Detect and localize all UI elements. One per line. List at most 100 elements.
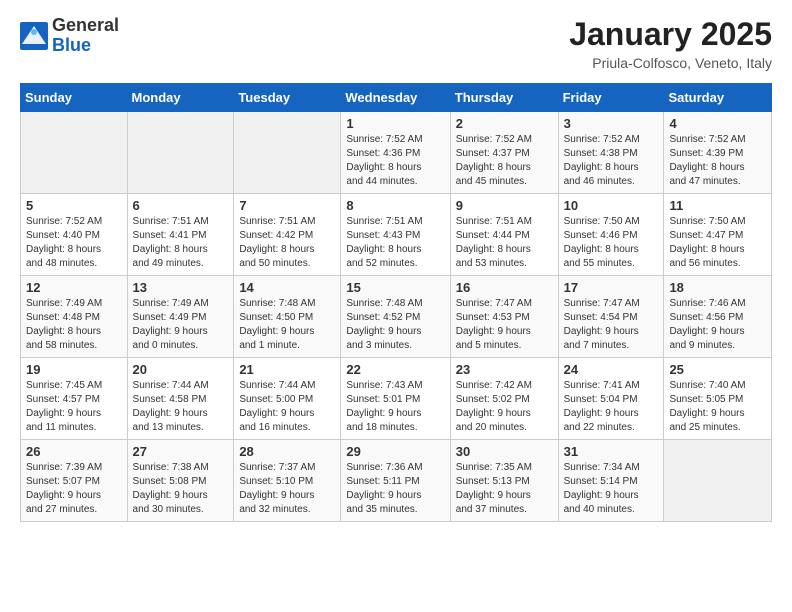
- calendar-cell: 5 Sunrise: 7:52 AM Sunset: 4:40 PM Daylig…: [21, 194, 128, 276]
- day-number: 5: [26, 198, 122, 213]
- day-info: Sunrise: 7:49 AM Sunset: 4:48 PM Dayligh…: [26, 298, 102, 351]
- day-number: 12: [26, 280, 122, 295]
- calendar-cell: [127, 112, 234, 194]
- logo-blue-text: Blue: [52, 36, 119, 56]
- day-info: Sunrise: 7:35 AM Sunset: 5:13 PM Dayligh…: [456, 462, 532, 515]
- calendar-cell: 23 Sunrise: 7:42 AM Sunset: 5:02 PM Dayli…: [450, 358, 558, 440]
- calendar-cell: 25 Sunrise: 7:40 AM Sunset: 5:05 PM Dayli…: [664, 358, 772, 440]
- day-number: 3: [564, 116, 659, 131]
- calendar-week-3: 12 Sunrise: 7:49 AM Sunset: 4:48 PM Dayli…: [21, 276, 772, 358]
- day-info: Sunrise: 7:51 AM Sunset: 4:41 PM Dayligh…: [133, 216, 209, 269]
- day-number: 4: [669, 116, 766, 131]
- weekday-header-row: SundayMondayTuesdayWednesdayThursdayFrid…: [21, 84, 772, 112]
- day-number: 6: [133, 198, 229, 213]
- day-info: Sunrise: 7:47 AM Sunset: 4:53 PM Dayligh…: [456, 298, 532, 351]
- calendar-cell: 15 Sunrise: 7:48 AM Sunset: 4:52 PM Dayli…: [341, 276, 450, 358]
- weekday-header-sunday: Sunday: [21, 84, 128, 112]
- logo-icon: [20, 22, 48, 50]
- day-info: Sunrise: 7:52 AM Sunset: 4:36 PM Dayligh…: [346, 134, 422, 187]
- day-number: 23: [456, 362, 553, 377]
- calendar-cell: 19 Sunrise: 7:45 AM Sunset: 4:57 PM Dayli…: [21, 358, 128, 440]
- day-number: 9: [456, 198, 553, 213]
- calendar-cell: 30 Sunrise: 7:35 AM Sunset: 5:13 PM Dayli…: [450, 440, 558, 522]
- calendar-week-5: 26 Sunrise: 7:39 AM Sunset: 5:07 PM Dayli…: [21, 440, 772, 522]
- day-info: Sunrise: 7:51 AM Sunset: 4:42 PM Dayligh…: [239, 216, 315, 269]
- calendar-cell: 12 Sunrise: 7:49 AM Sunset: 4:48 PM Dayli…: [21, 276, 128, 358]
- day-info: Sunrise: 7:45 AM Sunset: 4:57 PM Dayligh…: [26, 380, 102, 433]
- weekday-header-wednesday: Wednesday: [341, 84, 450, 112]
- day-number: 7: [239, 198, 335, 213]
- day-info: Sunrise: 7:47 AM Sunset: 4:54 PM Dayligh…: [564, 298, 640, 351]
- month-title: January 2025: [569, 16, 772, 53]
- calendar-cell: 2 Sunrise: 7:52 AM Sunset: 4:37 PM Daylig…: [450, 112, 558, 194]
- day-info: Sunrise: 7:40 AM Sunset: 5:05 PM Dayligh…: [669, 380, 745, 433]
- day-number: 25: [669, 362, 766, 377]
- day-number: 22: [346, 362, 444, 377]
- calendar-cell: 9 Sunrise: 7:51 AM Sunset: 4:44 PM Daylig…: [450, 194, 558, 276]
- calendar-cell: 22 Sunrise: 7:43 AM Sunset: 5:01 PM Dayli…: [341, 358, 450, 440]
- calendar-cell: 3 Sunrise: 7:52 AM Sunset: 4:38 PM Daylig…: [558, 112, 664, 194]
- calendar-cell: 27Sunrise: 7:38 AM Sunset: 5:08 PM Dayli…: [127, 440, 234, 522]
- calendar-cell: 16Sunrise: 7:47 AM Sunset: 4:53 PM Dayli…: [450, 276, 558, 358]
- day-info: Sunrise: 7:52 AM Sunset: 4:38 PM Dayligh…: [564, 134, 640, 187]
- title-block: January 2025 Priula-Colfosco, Veneto, It…: [569, 16, 772, 71]
- calendar-cell: 10Sunrise: 7:50 AM Sunset: 4:46 PM Dayli…: [558, 194, 664, 276]
- day-info: Sunrise: 7:41 AM Sunset: 5:04 PM Dayligh…: [564, 380, 640, 433]
- calendar-body: 1 Sunrise: 7:52 AM Sunset: 4:36 PM Daylig…: [21, 112, 772, 522]
- day-info: Sunrise: 7:38 AM Sunset: 5:08 PM Dayligh…: [133, 462, 209, 515]
- day-info: Sunrise: 7:43 AM Sunset: 5:01 PM Dayligh…: [346, 380, 422, 433]
- weekday-header-saturday: Saturday: [664, 84, 772, 112]
- calendar-cell: 11Sunrise: 7:50 AM Sunset: 4:47 PM Dayli…: [664, 194, 772, 276]
- calendar-cell: 24 Sunrise: 7:41 AM Sunset: 5:04 PM Dayli…: [558, 358, 664, 440]
- calendar-cell: [21, 112, 128, 194]
- day-info: Sunrise: 7:42 AM Sunset: 5:02 PM Dayligh…: [456, 380, 532, 433]
- day-number: 30: [456, 444, 553, 459]
- day-info: Sunrise: 7:52 AM Sunset: 4:40 PM Dayligh…: [26, 216, 102, 269]
- calendar-cell: 31Sunrise: 7:34 AM Sunset: 5:14 PM Dayli…: [558, 440, 664, 522]
- weekday-header-monday: Monday: [127, 84, 234, 112]
- calendar-cell: 8Sunrise: 7:51 AM Sunset: 4:43 PM Daylig…: [341, 194, 450, 276]
- calendar-cell: [664, 440, 772, 522]
- day-number: 31: [564, 444, 659, 459]
- calendar-week-1: 1 Sunrise: 7:52 AM Sunset: 4:36 PM Daylig…: [21, 112, 772, 194]
- day-number: 11: [669, 198, 766, 213]
- calendar-cell: 14Sunrise: 7:48 AM Sunset: 4:50 PM Dayli…: [234, 276, 341, 358]
- logo: General Blue: [20, 16, 119, 56]
- day-info: Sunrise: 7:44 AM Sunset: 4:58 PM Dayligh…: [133, 380, 209, 433]
- weekday-header-tuesday: Tuesday: [234, 84, 341, 112]
- day-number: 26: [26, 444, 122, 459]
- calendar-cell: 6 Sunrise: 7:51 AM Sunset: 4:41 PM Daylig…: [127, 194, 234, 276]
- calendar-cell: 4Sunrise: 7:52 AM Sunset: 4:39 PM Daylig…: [664, 112, 772, 194]
- day-number: 2: [456, 116, 553, 131]
- day-number: 1: [346, 116, 444, 131]
- day-info: Sunrise: 7:48 AM Sunset: 4:52 PM Dayligh…: [346, 298, 422, 351]
- day-number: 13: [133, 280, 229, 295]
- day-info: Sunrise: 7:44 AM Sunset: 5:00 PM Dayligh…: [239, 380, 315, 433]
- header: General Blue January 2025 Priula-Colfosc…: [20, 16, 772, 71]
- day-info: Sunrise: 7:52 AM Sunset: 4:37 PM Dayligh…: [456, 134, 532, 187]
- location-subtitle: Priula-Colfosco, Veneto, Italy: [569, 55, 772, 71]
- day-number: 29: [346, 444, 444, 459]
- day-number: 28: [239, 444, 335, 459]
- day-info: Sunrise: 7:36 AM Sunset: 5:11 PM Dayligh…: [346, 462, 422, 515]
- calendar-header: SundayMondayTuesdayWednesdayThursdayFrid…: [21, 84, 772, 112]
- calendar-cell: 17 Sunrise: 7:47 AM Sunset: 4:54 PM Dayli…: [558, 276, 664, 358]
- calendar-cell: 20Sunrise: 7:44 AM Sunset: 4:58 PM Dayli…: [127, 358, 234, 440]
- day-info: Sunrise: 7:39 AM Sunset: 5:07 PM Dayligh…: [26, 462, 102, 515]
- calendar-week-4: 19 Sunrise: 7:45 AM Sunset: 4:57 PM Dayli…: [21, 358, 772, 440]
- page-container: General Blue January 2025 Priula-Colfosc…: [0, 0, 792, 538]
- day-number: 15: [346, 280, 444, 295]
- calendar-cell: [234, 112, 341, 194]
- day-number: 24: [564, 362, 659, 377]
- day-number: 21: [239, 362, 335, 377]
- day-number: 19: [26, 362, 122, 377]
- calendar-cell: 7 Sunrise: 7:51 AM Sunset: 4:42 PM Daylig…: [234, 194, 341, 276]
- day-number: 18: [669, 280, 766, 295]
- day-number: 8: [346, 198, 444, 213]
- calendar-cell: 13Sunrise: 7:49 AM Sunset: 4:49 PM Dayli…: [127, 276, 234, 358]
- day-number: 17: [564, 280, 659, 295]
- calendar-week-2: 5 Sunrise: 7:52 AM Sunset: 4:40 PM Daylig…: [21, 194, 772, 276]
- day-info: Sunrise: 7:51 AM Sunset: 4:44 PM Dayligh…: [456, 216, 532, 269]
- calendar-cell: 26 Sunrise: 7:39 AM Sunset: 5:07 PM Dayli…: [21, 440, 128, 522]
- day-info: Sunrise: 7:48 AM Sunset: 4:50 PM Dayligh…: [239, 298, 315, 351]
